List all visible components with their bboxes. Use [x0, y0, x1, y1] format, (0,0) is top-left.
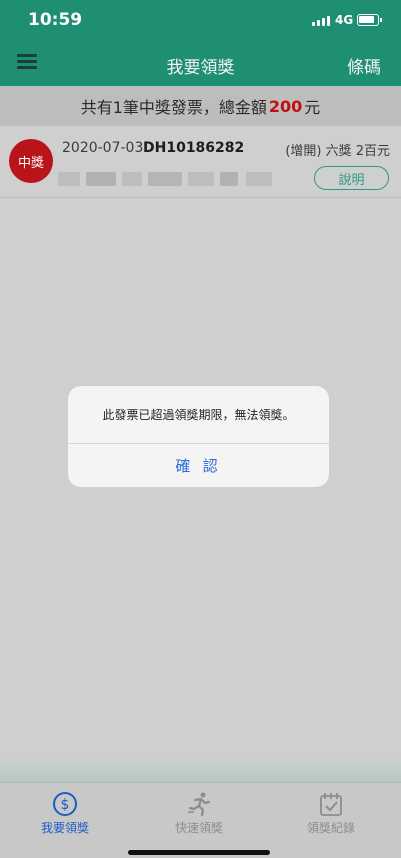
bottom-tab-bar: $ 我要領獎 快速領獎 領獎紀錄 [0, 782, 401, 858]
calendar-check-icon [320, 793, 342, 816]
barcode-button[interactable]: 條碼 [347, 53, 381, 78]
alert-dialog: 此發票已超過領獎期限，無法領獎。 確 認 [68, 386, 329, 487]
invoice-number: DH10186282 [143, 140, 245, 156]
invoice-prize: (增開) 六獎 2百元 [285, 144, 390, 159]
tab-label: 快速領獎 [174, 821, 223, 835]
dialog-message: 此發票已超過領獎期限，無法領獎。 [102, 408, 295, 422]
prize-summary: 共有1筆中獎發票，總金額 200 元 [0, 86, 401, 126]
tab-quick-claim[interactable]: 快速領獎 [139, 783, 259, 843]
home-indicator[interactable] [128, 850, 270, 855]
invoice-date: 2020-07-03 [62, 140, 144, 156]
battery-icon [357, 14, 382, 26]
tab-label: 領獎紀錄 [306, 821, 355, 835]
explain-button[interactable]: 說明 [314, 166, 389, 190]
page-title: 我要領獎 [166, 58, 235, 78]
tab-label: 我要領獎 [40, 821, 89, 835]
top-navbar: 我要領獎 條碼 [0, 42, 401, 86]
redacted-text [58, 172, 272, 186]
tab-claim-prize[interactable]: $ 我要領獎 [5, 783, 125, 843]
status-bar: 10:59 4G [0, 0, 401, 42]
confirm-button[interactable]: 確 認 [68, 444, 329, 487]
summary-prefix: 共有1筆中獎發票，總金額 [80, 98, 267, 117]
winning-badge: 中獎 [9, 139, 53, 183]
summary-suffix: 元 [304, 98, 321, 117]
signal-icon [312, 16, 330, 26]
dollar-circle-icon: $ [53, 792, 77, 816]
svg-text:$: $ [61, 797, 70, 813]
status-time: 10:59 [28, 10, 83, 30]
running-person-icon [188, 792, 211, 817]
summary-amount: 200 [268, 96, 303, 116]
content-fade [0, 756, 401, 782]
tab-claim-history[interactable]: 領獎紀錄 [271, 783, 391, 843]
network-type: 4G [335, 13, 354, 27]
